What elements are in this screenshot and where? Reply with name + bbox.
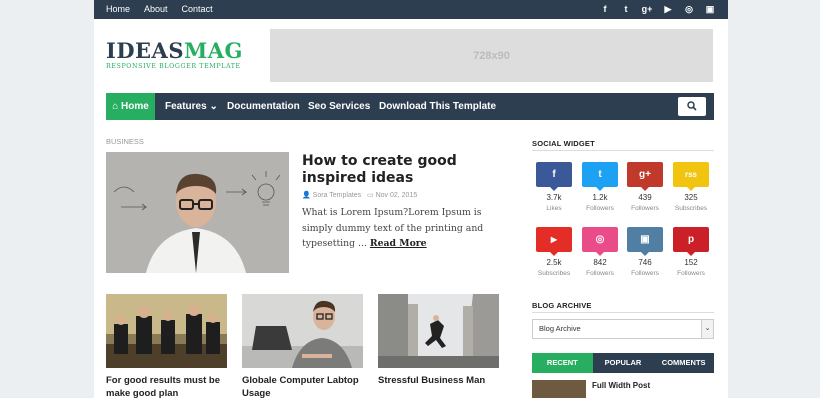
home-icon: ⌂ xyxy=(112,101,122,112)
featured-post-title[interactable]: How to create good inspired ideas xyxy=(302,153,492,187)
facebook-button[interactable]: f xyxy=(536,162,572,191)
social-count: 1.2k xyxy=(592,193,608,202)
twitter-button[interactable]: t xyxy=(582,162,618,191)
logo-part2: MAG xyxy=(184,38,243,63)
social-label: Followers xyxy=(677,270,705,277)
nav-documentation[interactable]: Documentation xyxy=(227,93,300,120)
instagram-button[interactable]: ▣ xyxy=(627,227,663,256)
post-title-1[interactable]: For good results must be make good plan xyxy=(106,374,231,398)
googleplus-icon[interactable]: g+ xyxy=(641,0,653,19)
social-count: 842 xyxy=(593,258,607,267)
googleplus-icon: g+ xyxy=(639,169,651,180)
social-count: 2.5k xyxy=(546,258,562,267)
top-link-about[interactable]: About xyxy=(144,0,168,19)
main-nav: ⌂ Home Features ⌄ Documentation Seo Serv… xyxy=(106,93,714,120)
social-label: Subscribes xyxy=(537,270,571,277)
nav-home-label: Home xyxy=(121,101,149,112)
top-link-home[interactable]: Home xyxy=(106,0,130,19)
instagram-icon: ▣ xyxy=(640,234,650,245)
archive-select[interactable]: Blog Archive ⌄ xyxy=(532,319,714,339)
top-nav: Home About Contact xyxy=(106,0,213,19)
read-more-link[interactable]: Read More xyxy=(370,238,427,249)
post-excerpt: What is Lorem Ipsum?Lorem Ipsum is simpl… xyxy=(302,205,492,252)
page: Home About Contact f t g+ ▶ ◎ ▣ IDEASMAG… xyxy=(94,0,728,398)
social-count: 439 xyxy=(638,193,652,202)
social-count: 152 xyxy=(684,258,698,267)
recent-post-title[interactable]: Full Width Post xyxy=(592,381,650,390)
pinterest-icon: p xyxy=(687,234,695,245)
dribbble-icon: ◎ xyxy=(595,234,605,245)
post-meta: 👤 Sora Templates ▭ Nov 02, 2015 xyxy=(302,191,417,199)
rss-icon: rss xyxy=(684,170,697,179)
ad-label: 728x90 xyxy=(473,49,510,62)
nav-seo-services[interactable]: Seo Services xyxy=(308,93,370,120)
logo-part1: IDEAS xyxy=(106,38,184,63)
top-bar: Home About Contact f t g+ ▶ ◎ ▣ xyxy=(94,0,728,19)
top-link-contact[interactable]: Contact xyxy=(182,0,213,19)
post-title-3[interactable]: Stressful Business Man xyxy=(378,374,503,387)
chevron-down-icon: ⌄ xyxy=(701,320,713,338)
googleplus-button[interactable]: g+ xyxy=(627,162,663,191)
twitter-icon: t xyxy=(598,169,602,180)
nav-home[interactable]: ⌂ Home xyxy=(106,93,155,120)
social-label: Likes xyxy=(546,205,562,212)
social-count: 746 xyxy=(638,258,652,267)
instagram-icon[interactable]: ▣ xyxy=(704,0,716,19)
social-count: 3.7k xyxy=(546,193,562,202)
user-icon: 👤 xyxy=(302,192,313,199)
post-date: Nov 02, 2015 xyxy=(375,192,418,199)
rss-button[interactable]: rss xyxy=(673,162,709,191)
facebook-icon[interactable]: f xyxy=(599,0,611,19)
social-label: Followers xyxy=(586,205,614,212)
post-thumbnail[interactable] xyxy=(106,294,227,368)
divider xyxy=(532,312,714,313)
divider xyxy=(532,150,714,151)
archive-select-value: Blog Archive xyxy=(539,324,581,333)
site-logo[interactable]: IDEASMAG RESPONSIVE BLOGGER TEMPLATE xyxy=(106,38,243,71)
youtube-icon: ▶ xyxy=(550,235,558,244)
chevron-down-icon: ⌄ xyxy=(209,101,218,112)
dribbble-icon[interactable]: ◎ xyxy=(683,0,695,19)
dribbble-button[interactable]: ◎ xyxy=(582,227,618,256)
pinterest-button[interactable]: p xyxy=(673,227,709,256)
social-label: Subscribes xyxy=(674,205,708,212)
post-title-2[interactable]: Globale Computer Labtop Usage xyxy=(242,374,367,398)
social-label: Followers xyxy=(631,205,659,212)
search-icon xyxy=(687,101,697,111)
youtube-icon[interactable]: ▶ xyxy=(662,0,674,19)
post-thumbnail[interactable] xyxy=(378,294,499,368)
nav-features-label: Features xyxy=(165,101,207,112)
post-author[interactable]: Sora Templates xyxy=(313,192,362,199)
nav-download[interactable]: Download This Template xyxy=(379,93,496,120)
tab-comments[interactable]: COMMENTS xyxy=(653,353,714,373)
top-social-icons: f t g+ ▶ ◎ ▣ xyxy=(599,0,716,19)
logo-tagline: RESPONSIVE BLOGGER TEMPLATE xyxy=(106,63,241,70)
social-label: Followers xyxy=(586,270,614,277)
facebook-icon: f xyxy=(552,169,556,180)
recent-post-thumbnail[interactable] xyxy=(532,380,586,398)
twitter-icon[interactable]: t xyxy=(620,0,632,19)
sidebar-tabs: RECENT POPULAR COMMENTS xyxy=(532,353,714,373)
social-count: 325 xyxy=(684,193,698,202)
blog-archive-title: BLOG ARCHIVE xyxy=(532,301,592,310)
post-thumbnail[interactable] xyxy=(242,294,363,368)
tab-popular[interactable]: POPULAR xyxy=(593,353,654,373)
youtube-button[interactable]: ▶ xyxy=(536,227,572,256)
category-label[interactable]: BUSINESS xyxy=(106,137,144,146)
calendar-icon: ▭ xyxy=(367,192,376,199)
social-widget-title: SOCIAL WIDGET xyxy=(532,139,595,148)
nav-features[interactable]: Features ⌄ xyxy=(165,93,218,120)
featured-image[interactable] xyxy=(106,152,289,273)
ad-banner[interactable]: 728x90 xyxy=(270,29,713,82)
search-button[interactable] xyxy=(678,97,706,116)
tab-recent[interactable]: RECENT xyxy=(532,353,593,373)
social-label: Followers xyxy=(631,270,659,277)
